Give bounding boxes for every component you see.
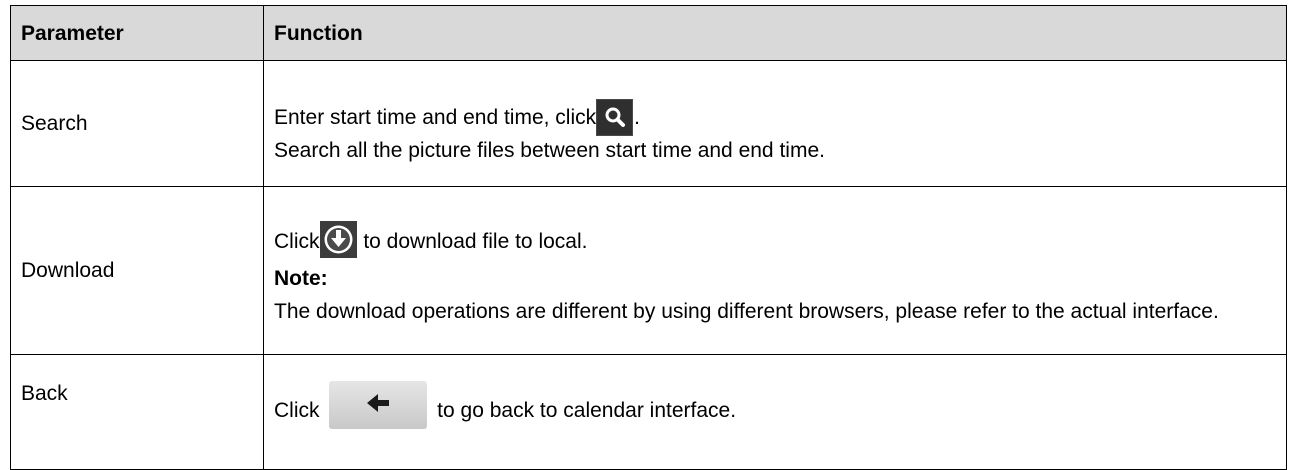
function-line: Search all the picture files between sta… bbox=[274, 138, 825, 162]
table-row-search: Search Enter start time and end time, cl… bbox=[10, 60, 1287, 187]
text-fragment: Click bbox=[274, 399, 326, 422]
table-header-row: Parameter Function bbox=[10, 5, 1287, 61]
parameter-back: Back bbox=[10, 354, 264, 470]
back-arrow-icon bbox=[329, 381, 428, 429]
function-download: Click to download file to local. Note: T… bbox=[263, 186, 1287, 355]
text-fragment: Click bbox=[274, 230, 320, 253]
note-label: Note: bbox=[274, 267, 328, 290]
function-back: Click to go back to calendar interface. bbox=[263, 354, 1287, 470]
function-line: Click to go back to calendar interface. bbox=[274, 375, 1276, 429]
text-fragment: to download file to local. bbox=[357, 230, 588, 253]
parameter-table: Parameter Function Search Enter start ti… bbox=[10, 5, 1287, 470]
parameter-search: Search bbox=[10, 60, 264, 187]
function-search: Enter start time and end time, click. Se… bbox=[263, 60, 1287, 187]
search-icon bbox=[596, 98, 634, 136]
download-icon bbox=[319, 221, 357, 258]
function-line: Enter start time and end time, click. bbox=[274, 93, 1276, 136]
text-fragment: . bbox=[634, 105, 640, 129]
text-fragment: Enter start time and end time, click bbox=[274, 105, 597, 129]
note-text: The download operations are different by… bbox=[274, 300, 1219, 323]
function-line: Click to download file to local. bbox=[274, 217, 1276, 258]
header-function: Function bbox=[263, 5, 1287, 61]
table-row-download: Download Click to download file to local… bbox=[10, 186, 1287, 355]
table-row-back: Back Click to go back to calendar interf… bbox=[10, 354, 1287, 470]
text-fragment: to go back to calendar interface. bbox=[431, 399, 737, 422]
header-parameter: Parameter bbox=[10, 5, 264, 61]
parameter-download: Download bbox=[10, 186, 264, 355]
